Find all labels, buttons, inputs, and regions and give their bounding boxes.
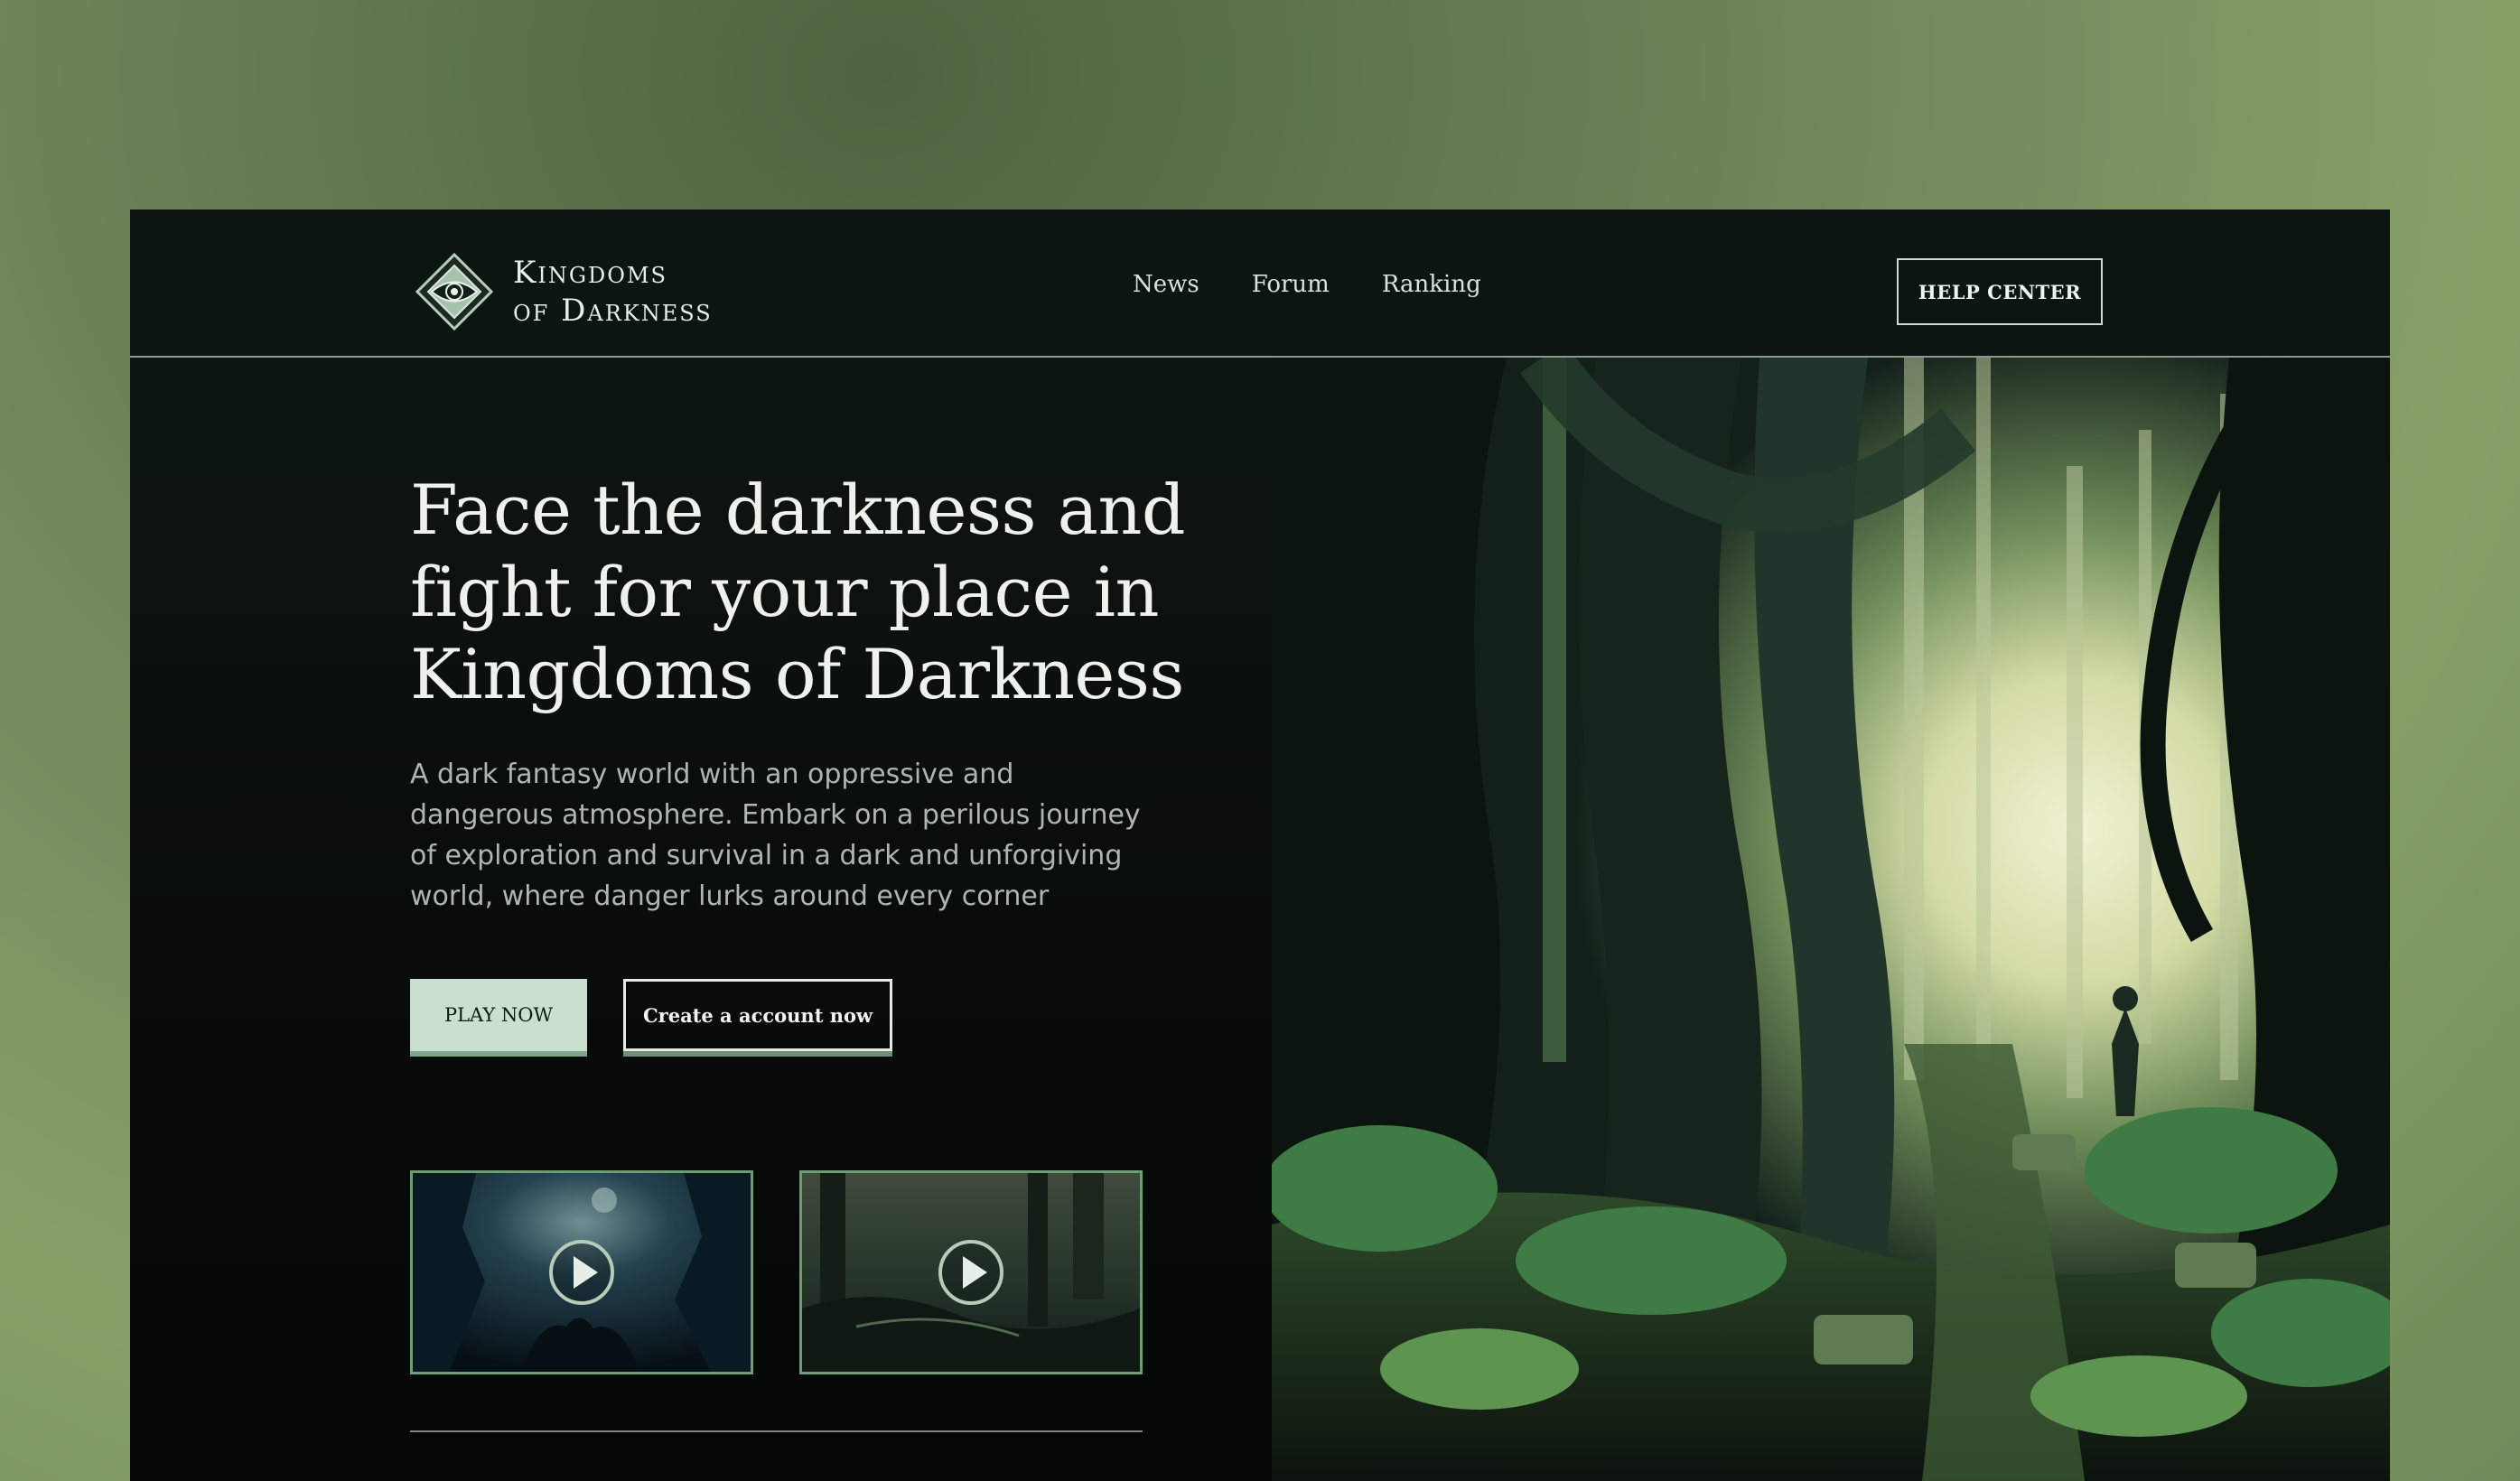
video-thumbnail-2[interactable]: [799, 1170, 1143, 1374]
forest-illustration: [1272, 358, 2390, 1481]
hero-forest-illustration: [1272, 358, 2390, 1481]
help-center-button[interactable]: HELP CENTER: [1897, 258, 2103, 325]
brand-logo[interactable]: Kingdoms of Darkness: [415, 253, 713, 331]
nav-ranking[interactable]: Ranking: [1382, 262, 1481, 307]
play-icon: [938, 1240, 1003, 1305]
app-frame: Kingdoms of Darkness News Forum Ranking …: [130, 210, 2390, 1481]
create-account-button[interactable]: Create a account now: [623, 979, 892, 1051]
video-thumbnail-1[interactable]: [410, 1170, 753, 1374]
hero-description: A dark fantasy world with an oppressive …: [410, 759, 1141, 912]
brand-name: Kingdoms of Darkness: [513, 254, 713, 330]
nav-news[interactable]: News: [1133, 262, 1199, 307]
nav-forum[interactable]: Forum: [1252, 262, 1330, 307]
main-nav: News Forum Ranking: [1133, 262, 1481, 307]
top-navbar: Kingdoms of Darkness News Forum Ranking …: [130, 210, 2390, 358]
brand-name-line1: Kingdoms: [513, 255, 667, 291]
eye-diamond-icon: [415, 253, 493, 331]
section-divider: [410, 1430, 1143, 1432]
brand-name-line2: of Darkness: [513, 293, 713, 329]
hero-title: Face the darkness and fight for your pla…: [410, 470, 1186, 714]
play-now-button[interactable]: PLAY NOW: [410, 979, 587, 1051]
play-icon: [549, 1240, 614, 1305]
